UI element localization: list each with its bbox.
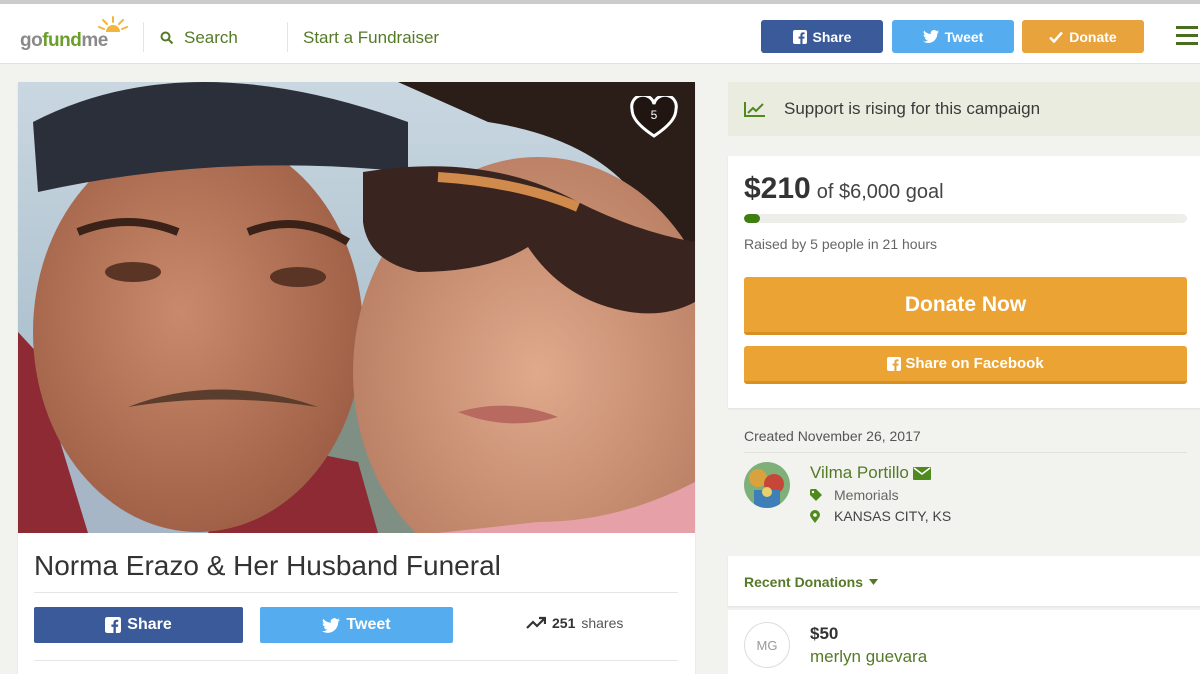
- location-label: KANSAS CITY, KS: [834, 508, 952, 524]
- organizer-avatar-image: [744, 462, 790, 508]
- goal-text: of $6,000 goal: [816, 181, 944, 203]
- header-tweet-label: Tweet: [944, 28, 984, 45]
- facebook-icon: [105, 617, 122, 633]
- donate-now-button[interactable]: Donate Now: [744, 277, 1187, 335]
- support-rising-text: Support is rising for this campaign: [784, 99, 1041, 118]
- header-divider: [287, 22, 288, 52]
- twitter-icon: [922, 30, 939, 43]
- search-icon: [160, 31, 174, 45]
- facebook-icon: [792, 29, 807, 44]
- trending-chart-icon: [744, 102, 765, 117]
- hamburger-menu-icon[interactable]: [1176, 26, 1198, 46]
- tag-icon: [810, 489, 822, 501]
- divider: [34, 660, 678, 661]
- organizer-location: KANSAS CITY, KS: [810, 508, 951, 524]
- envelope-icon[interactable]: [912, 466, 931, 480]
- donation-amount: $50: [810, 624, 839, 643]
- donation-item: MG $50 merlyn guevara: [728, 610, 1200, 674]
- organizer-name: Vilma Portillo: [810, 463, 909, 482]
- shares-count: 251 shares: [526, 615, 623, 631]
- caret-down-icon: [869, 579, 879, 585]
- gofundme-logo[interactable]: gofundme: [20, 16, 130, 52]
- checkmark-icon: [1049, 31, 1064, 43]
- top-header: gofundme Search Start a Fundraiser Share…: [0, 0, 1200, 64]
- campaign-photo-illustration: [18, 82, 695, 533]
- progress-bar-fill: [744, 214, 760, 223]
- organizer-name-link[interactable]: Vilma Portillo: [810, 463, 931, 483]
- divider: [34, 592, 678, 593]
- search-link[interactable]: Search: [160, 26, 238, 50]
- recent-donations-card: Recent Donations: [728, 556, 1200, 606]
- shares-number: 251: [552, 615, 576, 631]
- goal-card: $210 of $6,000 goal Raised by 5 people i…: [728, 156, 1200, 408]
- category-label: Memorials: [834, 487, 899, 503]
- recent-donations-toggle[interactable]: Recent Donations: [744, 574, 879, 590]
- header-share-label: Share: [812, 28, 852, 45]
- campaign-title: Norma Erazo & Her Husband Funeral: [34, 550, 501, 581]
- organizer-category: Memorials: [810, 487, 899, 503]
- created-date: Created November 26, 2017: [744, 428, 921, 444]
- organizer-avatar[interactable]: [744, 462, 790, 508]
- heart-button[interactable]: 5: [630, 93, 678, 140]
- campaign-tweet-label: Tweet: [346, 616, 391, 633]
- support-rising-banner: Support is rising for this campaign: [728, 82, 1200, 136]
- raised-by-text: Raised by 5 people in 21 hours: [744, 236, 938, 252]
- header-share-button[interactable]: Share: [761, 20, 883, 53]
- raised-amount-line: $210 of $6,000 goal: [744, 172, 944, 206]
- header-tweet-button[interactable]: Tweet: [892, 20, 1014, 53]
- twitter-icon: [322, 617, 341, 633]
- location-pin-icon: [810, 509, 820, 523]
- donor-avatar: MG: [744, 622, 790, 668]
- heart-count: 5: [650, 108, 658, 122]
- header-donate-button[interactable]: Donate: [1022, 20, 1144, 53]
- logo-text: gofundme: [20, 30, 108, 51]
- share-on-facebook-label: Share on Facebook: [905, 355, 1044, 372]
- campaign-card: 5 Norma Erazo & Her Husband Funeral Shar…: [18, 82, 695, 674]
- divider: [744, 452, 1187, 453]
- trending-up-icon: [526, 616, 546, 629]
- search-label: Search: [184, 28, 238, 47]
- campaign-share-label: Share: [127, 616, 172, 633]
- campaign-share-button[interactable]: Share: [34, 607, 243, 643]
- start-fundraiser-link[interactable]: Start a Fundraiser: [303, 26, 439, 50]
- shares-label: shares: [581, 615, 624, 631]
- recent-donations-label: Recent Donations: [744, 574, 864, 590]
- progress-bar: [744, 214, 1187, 223]
- raised-amount: $210: [744, 172, 811, 205]
- header-donate-label: Donate: [1069, 28, 1117, 45]
- donor-name: merlyn guevara: [810, 647, 928, 666]
- header-divider: [143, 22, 144, 52]
- campaign-photo: 5: [18, 82, 695, 533]
- campaign-tweet-button[interactable]: Tweet: [260, 607, 453, 643]
- share-on-facebook-button[interactable]: Share on Facebook: [744, 346, 1187, 384]
- facebook-icon: [887, 356, 902, 371]
